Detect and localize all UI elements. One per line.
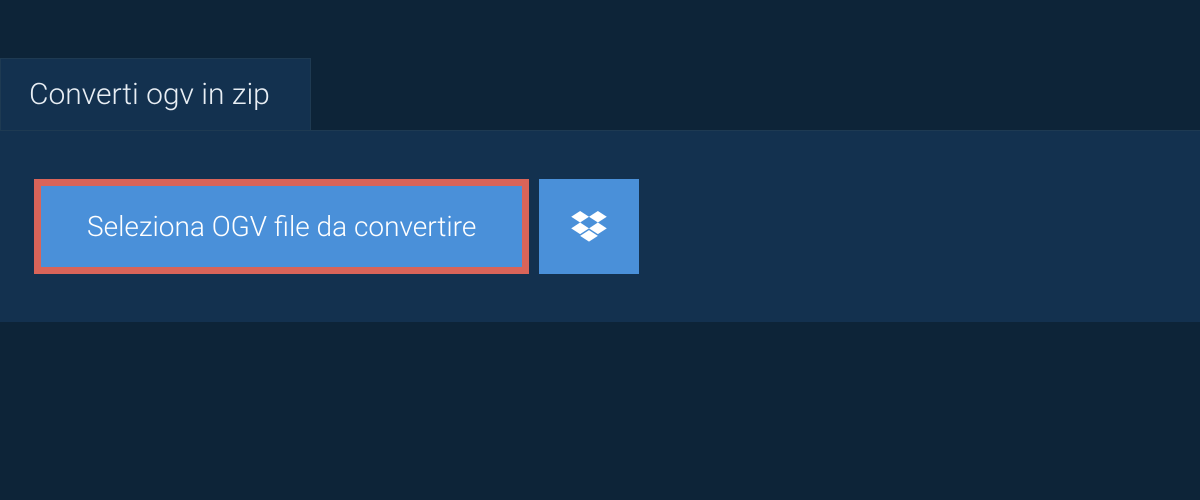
- dropbox-button[interactable]: [539, 179, 639, 274]
- select-file-label: Seleziona OGV file da convertire: [87, 210, 476, 243]
- button-row: Seleziona OGV file da convertire: [34, 179, 1166, 274]
- select-file-button[interactable]: Seleziona OGV file da convertire: [34, 179, 529, 274]
- upload-panel: Seleziona OGV file da convertire: [0, 130, 1200, 322]
- dropbox-icon: [571, 211, 607, 243]
- tab-label: Converti ogv in zip: [29, 77, 270, 112]
- tab-container: Converti ogv in zip: [0, 0, 1200, 130]
- tab-convert[interactable]: Converti ogv in zip: [0, 58, 311, 130]
